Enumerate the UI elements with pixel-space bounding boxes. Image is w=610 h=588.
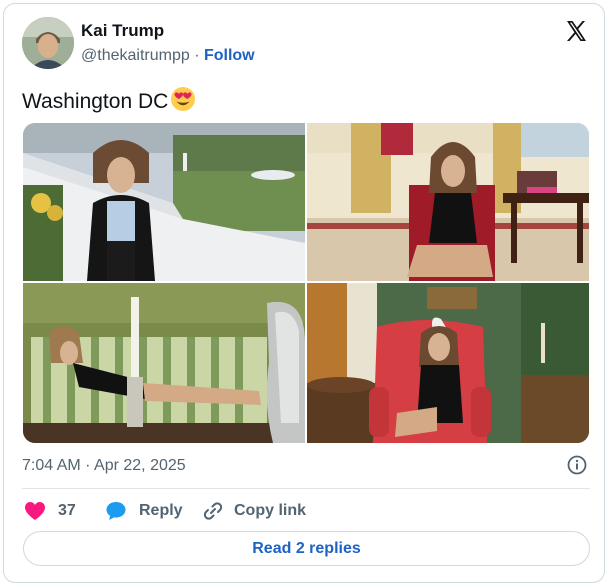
reply-button[interactable]: Reply	[105, 498, 183, 524]
read-replies-button[interactable]: Read 2 replies	[23, 531, 590, 566]
author-handle-row: @thekaitrumpp · Follow	[81, 47, 255, 65]
tweet-timestamp[interactable]: 7:04 AM · Apr 22, 2025	[22, 457, 186, 475]
info-icon[interactable]	[567, 455, 587, 475]
photo-striped-chaise-lounge[interactable]	[23, 283, 305, 443]
media-grid	[23, 123, 589, 443]
reply-label: Reply	[139, 502, 183, 519]
author-name[interactable]: Kai Trump	[81, 21, 164, 41]
copy-link-label: Copy link	[234, 502, 307, 519]
tweet-text: Washington DC	[22, 86, 196, 118]
tweet-card: Kai Trump @thekaitrumpp · Follow Washing…	[3, 3, 605, 583]
like-count: 37	[58, 502, 76, 519]
photo-white-house-balcony[interactable]	[23, 123, 305, 281]
link-icon	[202, 500, 224, 522]
heart-icon	[24, 501, 46, 521]
heart-eyes-emoji-icon	[170, 86, 196, 118]
handle-separator: ·	[194, 47, 200, 64]
reply-bubble-icon	[105, 501, 127, 521]
divider	[22, 488, 590, 489]
follow-button[interactable]: Follow	[204, 47, 255, 64]
avatar[interactable]	[22, 17, 74, 69]
copy-link-button[interactable]: Copy link	[202, 498, 306, 524]
photo-red-armchair-green-room[interactable]	[307, 283, 589, 443]
tweet-text-content: Washington DC	[22, 90, 169, 113]
x-logo-icon[interactable]	[564, 19, 588, 43]
photo-chair-room-black-dress[interactable]	[307, 123, 589, 281]
author-handle[interactable]: @thekaitrumpp	[81, 47, 190, 64]
like-button[interactable]: 37	[24, 498, 76, 524]
